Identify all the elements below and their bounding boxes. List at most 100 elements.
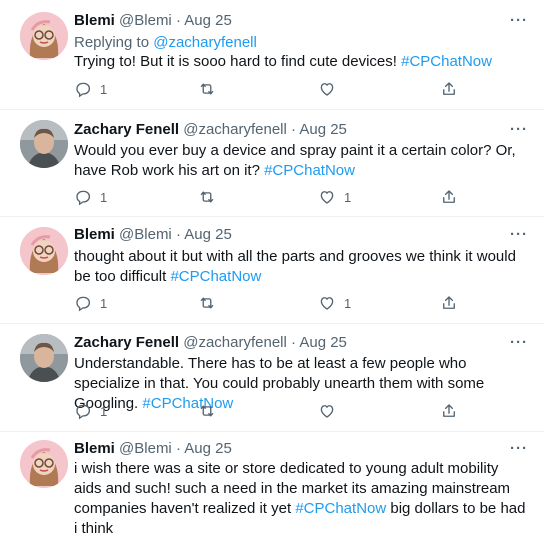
tweet-text-part: Trying to! But it is sooo hard to find c… (74, 53, 402, 70)
share-icon (443, 82, 455, 95)
author-handle[interactable]: @Blemi (119, 226, 172, 243)
tweet-header: Zachary Fenell @zacharyfenell · Aug 25 (74, 121, 347, 139)
retweet-icon (200, 83, 214, 95)
tweet-3[interactable]: Blemi @Blemi · Aug 25 ··· thought about … (0, 217, 544, 323)
like-button[interactable] (318, 80, 344, 98)
avatar-illustration (20, 440, 68, 488)
reply-count: 1 (100, 295, 108, 311)
action-bar: 1 1 (74, 294, 494, 314)
retweet-button[interactable] (198, 294, 216, 312)
reply-button[interactable]: 1 (74, 80, 107, 98)
tweet-text: Would you ever buy a device and spray pa… (74, 141, 529, 181)
author-name[interactable]: Blemi (74, 440, 115, 457)
tweet-text: thought about it but with all the parts … (74, 247, 529, 287)
retweet-button[interactable] (198, 402, 216, 420)
retweet-icon (200, 297, 214, 309)
avatar[interactable] (20, 440, 68, 488)
retweet-icon (200, 191, 214, 203)
tweet-2[interactable]: Zachary Fenell @zacharyfenell · Aug 25 ·… (0, 110, 544, 216)
avatar[interactable] (20, 227, 68, 275)
reply-icon (76, 190, 91, 206)
replying-to: Replying to @zacharyfenell (74, 33, 257, 53)
like-icon (320, 297, 334, 310)
tweet-header: Blemi @Blemi · Aug 25 (74, 12, 232, 30)
like-button[interactable]: 1 (318, 188, 351, 206)
author-handle[interactable]: @Blemi (119, 12, 172, 29)
tweet-5[interactable]: Blemi @Blemi · Aug 25 ··· i wish there w… (0, 432, 544, 537)
share-button[interactable] (440, 402, 458, 420)
avatar[interactable] (20, 120, 68, 168)
more-icon[interactable]: ··· (510, 226, 528, 243)
tweet-date[interactable]: Aug 25 (184, 12, 232, 29)
author-name[interactable]: Blemi (74, 12, 115, 29)
like-count: 1 (344, 189, 352, 205)
reply-icon (76, 296, 91, 312)
reply-count: 1 (100, 189, 108, 205)
avatar-illustration (20, 334, 68, 382)
tweet-date[interactable]: Aug 25 (184, 226, 232, 243)
author-handle[interactable]: @Blemi (119, 440, 172, 457)
tweet-text-part: thought about it but with all the parts … (74, 248, 516, 285)
reply-icon (76, 404, 91, 420)
author-handle[interactable]: @zacharyfenell (183, 121, 287, 138)
share-icon (443, 296, 455, 309)
like-icon (320, 191, 334, 204)
share-button[interactable] (440, 188, 458, 206)
like-button[interactable] (318, 402, 344, 420)
reply-button[interactable]: 1 (74, 294, 107, 312)
share-button[interactable] (440, 80, 458, 98)
retweet-button[interactable] (198, 188, 216, 206)
avatar-illustration (20, 120, 68, 168)
tweet-header: Blemi @Blemi · Aug 25 (74, 440, 232, 458)
like-icon (320, 405, 334, 418)
tweet-header: Zachary Fenell @zacharyfenell · Aug 25 (74, 334, 347, 352)
action-bar: 1 (74, 80, 494, 100)
tweet-date[interactable]: Aug 25 (299, 121, 347, 138)
share-button[interactable] (440, 294, 458, 312)
replying-to-handle[interactable]: @zacharyfenell (153, 34, 257, 51)
like-button[interactable]: 1 (318, 294, 351, 312)
like-count: 1 (344, 295, 352, 311)
avatar[interactable] (20, 12, 68, 60)
dot-separator: · (291, 121, 296, 138)
replying-to-prefix: Replying to (74, 34, 154, 51)
tweet-1[interactable]: Blemi @Blemi · Aug 25 ··· Replying to @z… (0, 0, 544, 108)
reply-count: 1 (100, 403, 108, 419)
dot-separator: · (291, 334, 296, 351)
more-icon[interactable]: ··· (510, 334, 528, 351)
tweet-4[interactable]: Zachary Fenell @zacharyfenell · Aug 25 ·… (0, 324, 544, 431)
avatar-illustration (20, 227, 68, 275)
hashtag-link[interactable]: #CPChatNow (264, 162, 355, 179)
more-icon[interactable]: ··· (510, 121, 528, 138)
reply-count: 1 (100, 81, 108, 97)
like-icon (320, 83, 334, 96)
retweet-button[interactable] (198, 80, 216, 98)
author-handle[interactable]: @zacharyfenell (183, 334, 287, 351)
author-name[interactable]: Blemi (74, 226, 115, 243)
hashtag-link[interactable]: #CPChatNow (401, 53, 492, 70)
tweet-text: Trying to! But it is sooo hard to find c… (74, 52, 529, 72)
share-icon (443, 404, 455, 417)
dot-separator: · (175, 226, 181, 243)
hashtag-link[interactable]: #CPChatNow (170, 268, 261, 285)
share-icon (443, 190, 455, 203)
reply-button[interactable]: 1 (74, 188, 107, 206)
tweet-header: Blemi @Blemi · Aug 25 (74, 226, 232, 244)
avatar[interactable] (20, 334, 68, 382)
more-icon[interactable]: ··· (510, 440, 528, 457)
dot-separator: · (175, 12, 181, 29)
reply-button[interactable]: 1 (74, 402, 107, 420)
reply-icon (76, 82, 91, 98)
action-bar: 1 (74, 402, 494, 422)
tweet-date[interactable]: Aug 25 (184, 440, 232, 457)
author-name[interactable]: Zachary Fenell (74, 334, 179, 351)
tweet-text: i wish there was a site or store dedicat… (74, 459, 529, 539)
action-bar: 1 1 (74, 188, 494, 208)
more-icon[interactable]: ··· (510, 12, 528, 29)
retweet-icon (200, 405, 214, 417)
tweet-date[interactable]: Aug 25 (299, 334, 347, 351)
avatar-illustration (20, 12, 68, 60)
dot-separator: · (175, 440, 181, 457)
author-name[interactable]: Zachary Fenell (74, 121, 179, 138)
hashtag-link[interactable]: #CPChatNow (295, 500, 386, 517)
